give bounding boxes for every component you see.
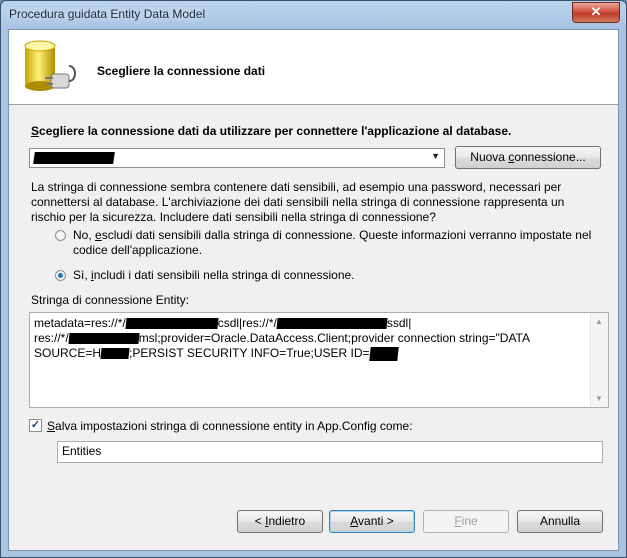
window-title: Procedura guidata Entity Data Model (9, 7, 206, 21)
wizard-header: Scegliere la connessione dati (9, 30, 618, 105)
save-config-checkbox[interactable]: ✓ (29, 419, 42, 432)
scroll-down-icon[interactable]: ▼ (595, 394, 603, 403)
wizard-window: Procedura guidata Entity Data Model ✕ Sc… (0, 0, 627, 558)
database-connection-icon (24, 40, 76, 91)
title-bar[interactable]: Procedura guidata Entity Data Model ✕ (1, 1, 626, 29)
save-config-label[interactable]: Salva impostazioni stringa di connession… (47, 419, 413, 433)
cancel-button[interactable]: Annulla (517, 510, 603, 533)
entity-string-label: Stringa di connessione Entity: (31, 293, 190, 307)
radio-button[interactable] (55, 230, 66, 241)
scroll-up-icon[interactable]: ▲ (595, 317, 603, 326)
entity-connection-string[interactable]: metadata=res://*/csdl|res://*/ssdl| res:… (29, 312, 609, 408)
chevron-down-icon[interactable]: ▼ (431, 151, 440, 161)
finish-button: Fine (423, 510, 509, 533)
textarea-scrollbar[interactable]: ▲ ▼ (590, 313, 608, 407)
redacted-connection-name (33, 152, 115, 164)
connection-label: Scegliere la connessione dati da utilizz… (31, 124, 512, 138)
page-title: Scegliere la connessione dati (97, 64, 266, 78)
connection-string-text: metadata=res://*/csdl|res://*/ssdl| res:… (34, 316, 530, 361)
close-icon: ✕ (590, 4, 602, 19)
back-button[interactable]: < Indietro (237, 510, 323, 533)
entities-name-input[interactable] (58, 442, 592, 460)
entities-name-field[interactable] (57, 441, 603, 463)
close-button[interactable]: ✕ (572, 2, 620, 23)
radio-label: No, escludi dati sensibili dalla stringa… (73, 228, 592, 257)
sensitive-data-warning: La stringa di connessione sembra contene… (31, 180, 565, 224)
wizard-body: Scegliere la connessione dati Scegliere … (8, 29, 619, 551)
next-button[interactable]: Avanti > (329, 510, 415, 533)
new-connection-button[interactable]: Nuova connessione... (455, 146, 601, 169)
connection-select[interactable]: ▼ (29, 148, 445, 168)
radio-label: Sì, includi i dati sensibili nella strin… (73, 268, 355, 282)
radio-button-selected[interactable] (55, 270, 66, 281)
